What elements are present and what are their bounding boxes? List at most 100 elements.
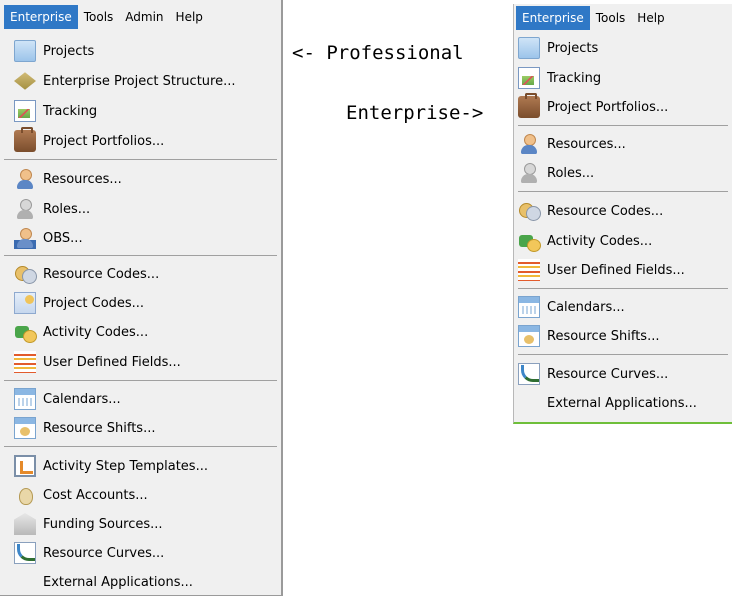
- tracking-icon: [518, 67, 540, 89]
- user-defined-fields-icon: [14, 351, 36, 373]
- cost-accounts-icon: [14, 484, 36, 506]
- menu-item-resource-shifts[interactable]: Resource Shifts...: [518, 322, 659, 350]
- menu-item-obs[interactable]: OBS...: [14, 224, 83, 252]
- menu-separator: [4, 446, 277, 447]
- menu-item-label: Tracking: [547, 70, 602, 86]
- menu-enterprise[interactable]: Enterprise: [4, 5, 78, 29]
- menu-item-label: Resource Codes...: [547, 203, 664, 219]
- menu-item-label: Funding Sources...: [43, 516, 163, 532]
- menu-item-activity-step-templates[interactable]: Activity Step Templates...: [14, 452, 208, 480]
- menu-admin[interactable]: Admin: [119, 5, 169, 29]
- menu-item-label: Enterprise Project Structure...: [43, 73, 236, 89]
- menu-item-project-portfolios[interactable]: Project Portfolios...: [14, 127, 164, 155]
- resource-curves-icon: [518, 363, 540, 385]
- project-codes-icon: [14, 292, 36, 314]
- menu-item-label: Activity Codes...: [547, 233, 653, 249]
- menu-item-roles[interactable]: Roles...: [14, 195, 90, 223]
- menu-item-project-codes[interactable]: Project Codes...: [14, 289, 144, 317]
- menu-help[interactable]: Help: [170, 5, 209, 29]
- obs-icon: [14, 227, 36, 249]
- menu-item-activity-codes[interactable]: Activity Codes...: [14, 318, 148, 346]
- folder-icon: [518, 37, 540, 59]
- menubar: Enterprise Tools Help: [516, 6, 671, 30]
- menu-item-label: Roles...: [547, 165, 595, 181]
- calendar-icon: [14, 388, 36, 410]
- folder-icon: [14, 40, 36, 62]
- menu-item-enterprise-project-structure[interactable]: Enterprise Project Structure...: [14, 67, 236, 95]
- menu-item-external-applications[interactable]: External Applications...: [518, 389, 697, 417]
- menu-separator: [518, 125, 728, 126]
- menu-item-resource-curves[interactable]: Resource Curves...: [518, 360, 668, 388]
- resource-codes-icon: [518, 200, 541, 222]
- blank-icon: [518, 392, 540, 414]
- menu-item-tracking[interactable]: Tracking: [14, 97, 97, 125]
- resource-shifts-icon: [14, 417, 36, 439]
- resource-person-icon: [518, 133, 540, 155]
- menu-item-user-defined-fields[interactable]: User Defined Fields...: [14, 348, 181, 376]
- caption-professional: <- Professional: [292, 42, 464, 64]
- menu-item-activity-codes[interactable]: Activity Codes...: [518, 227, 652, 255]
- menu-help[interactable]: Help: [631, 6, 670, 30]
- role-person-icon: [518, 162, 540, 184]
- menu-item-label: Activity Codes...: [43, 324, 149, 340]
- professional-enterprise-menu: Enterprise Tools Admin Help Projects Ent…: [0, 0, 283, 596]
- menu-item-label: User Defined Fields...: [547, 262, 685, 278]
- menu-item-label: Project Portfolios...: [43, 133, 165, 149]
- menu-tools[interactable]: Tools: [78, 5, 120, 29]
- menu-item-projects[interactable]: Projects: [518, 34, 598, 62]
- menu-item-calendars[interactable]: Calendars...: [518, 293, 625, 321]
- menu-item-label: Resources...: [547, 136, 626, 152]
- menu-separator: [4, 159, 277, 160]
- activity-steps-icon: [14, 455, 36, 477]
- menu-item-label: External Applications...: [43, 574, 193, 590]
- blank-icon: [14, 571, 36, 593]
- menu-item-project-portfolios[interactable]: Project Portfolios...: [518, 93, 668, 121]
- menu-item-funding-sources[interactable]: Funding Sources...: [14, 510, 163, 538]
- menu-item-resource-codes[interactable]: Resource Codes...: [14, 260, 159, 288]
- menu-enterprise[interactable]: Enterprise: [516, 6, 590, 30]
- portfolio-icon: [14, 127, 36, 152]
- menu-item-label: OBS...: [43, 230, 83, 246]
- menu-item-resources[interactable]: Resources...: [14, 165, 122, 193]
- menu-separator: [4, 255, 277, 256]
- menu-item-label: External Applications...: [547, 395, 697, 411]
- menu-item-label: Tracking: [43, 103, 98, 119]
- menu-item-resource-shifts[interactable]: Resource Shifts...: [14, 414, 155, 442]
- menu-item-cost-accounts[interactable]: Cost Accounts...: [14, 481, 148, 509]
- activity-codes-icon: [14, 321, 37, 343]
- menu-item-label: Cost Accounts...: [43, 487, 148, 503]
- menu-separator: [518, 288, 728, 289]
- resource-shifts-icon: [518, 325, 540, 347]
- user-defined-fields-icon: [518, 259, 540, 281]
- menu-separator: [518, 354, 728, 355]
- funding-sources-icon: [14, 513, 36, 535]
- menu-item-external-applications[interactable]: External Applications...: [14, 568, 193, 596]
- menu-item-resource-codes[interactable]: Resource Codes...: [518, 197, 663, 225]
- menu-item-user-defined-fields[interactable]: User Defined Fields...: [518, 256, 685, 284]
- menu-item-resource-curves[interactable]: Resource Curves...: [14, 539, 164, 567]
- menu-item-label: Projects: [43, 43, 95, 59]
- menu-item-label: Activity Step Templates...: [43, 458, 208, 474]
- menu-item-label: Calendars...: [43, 391, 121, 407]
- menu-item-label: Resources...: [43, 171, 122, 187]
- menu-item-label: Roles...: [43, 201, 91, 217]
- menu-item-label: Project Portfolios...: [547, 99, 669, 115]
- menu-item-label: Resource Codes...: [43, 266, 160, 282]
- eps-icon: [14, 72, 36, 90]
- menu-item-label: Project Codes...: [43, 295, 145, 311]
- menu-item-tracking[interactable]: Tracking: [518, 64, 601, 92]
- menu-item-label: Resource Curves...: [43, 545, 165, 561]
- menu-separator: [518, 191, 728, 192]
- menu-item-calendars[interactable]: Calendars...: [14, 385, 121, 413]
- menu-item-label: User Defined Fields...: [43, 354, 181, 370]
- resource-person-icon: [14, 168, 36, 190]
- caption-enterprise: Enterprise->: [346, 102, 484, 124]
- calendar-icon: [518, 296, 540, 318]
- menu-item-roles[interactable]: Roles...: [518, 159, 594, 187]
- menu-item-projects[interactable]: Projects: [14, 37, 94, 65]
- enterprise-edition-menu: Enterprise Tools Help Projects Tracking …: [513, 4, 732, 424]
- menu-item-resources[interactable]: Resources...: [518, 130, 626, 158]
- activity-codes-icon: [518, 230, 541, 252]
- resource-codes-icon: [14, 263, 37, 285]
- menu-tools[interactable]: Tools: [590, 6, 632, 30]
